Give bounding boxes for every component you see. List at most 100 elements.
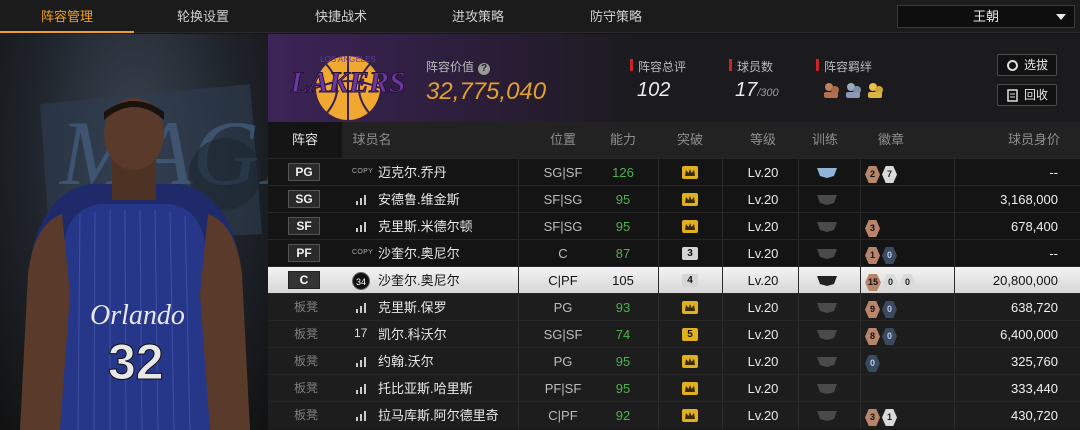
column-divider [722,402,723,429]
col-lineup[interactable]: 阵容 [268,122,342,158]
badge-icon[interactable]: 3 [865,220,880,237]
training-icon[interactable] [816,408,838,427]
lineup-summary: LAKERS LOS ANGELES 阵容价值? 32,775,040 阵容总评… [268,34,1080,122]
player-name[interactable]: 拉马库斯.阿尔德里奇 [378,402,528,429]
crown-icon[interactable] [682,382,698,395]
table-row[interactable]: PG COPY 迈克尔.乔丹 SG|SF 126 Lv.20 2 7 -- [268,158,1080,186]
table-row[interactable]: PF COPY 沙奎尔.奥尼尔 C 87 3 Lv.20 1 0 -- [268,239,1080,267]
col-name[interactable]: 球员名 [352,122,392,158]
col-level[interactable]: 等级 [733,122,793,158]
lineup-slot[interactable]: PG [288,163,320,181]
crown-icon[interactable] [682,193,698,206]
breakthrough-level[interactable]: 5 [682,328,698,341]
badge-icon[interactable]: 1 [882,409,897,426]
badge-icon[interactable]: 3 [865,409,880,426]
table-row[interactable]: 板凳 17 凯尔.科沃尔 SG|SF 74 5 Lv.20 8 0 6,400,000 [268,320,1080,348]
badge-icon[interactable]: 0 [883,274,899,291]
table-row[interactable]: 板凳 约翰.沃尔 PG 95 Lv.20 0 325,760 [268,347,1080,375]
column-divider [954,294,955,321]
badge-icon[interactable]: 7 [882,166,897,183]
player-name[interactable]: 克里斯.米德尔顿 [378,213,528,240]
help-icon[interactable]: ? [478,63,491,75]
player-ability: 74 [615,327,631,342]
badge-icon[interactable]: 8 [865,328,880,345]
training-icon[interactable] [816,246,838,265]
col-training[interactable]: 训练 [798,122,852,158]
top-nav: 阵容管理 轮换设置 快捷战术 进攻策略 防守策略 王朝 [0,0,1080,33]
col-breakthrough[interactable]: 突破 [658,122,722,158]
badge-icon[interactable]: 15 [865,274,882,291]
player-salary: 333,440 [1011,381,1058,396]
lineup-slot[interactable]: C [288,271,320,289]
training-icon[interactable] [816,381,838,400]
badge-icon[interactable]: 0 [882,247,897,264]
tab-quick-tactics[interactable]: 快捷战术 [272,0,410,33]
table-row[interactable]: C 34 沙奎尔.奥尼尔 C|PF 105 4 Lv.20 15 0 0 20,800,000 [268,266,1080,294]
lineup-slot[interactable]: SG [288,190,320,208]
player-salary: 638,720 [1011,300,1058,315]
training-icon[interactable] [816,192,838,211]
training-icon[interactable] [816,327,838,346]
training-icon[interactable] [816,354,838,373]
signal-bars-icon [356,384,366,394]
badge-icon[interactable]: 0 [865,355,880,372]
table-row[interactable]: 板凳 托比亚斯.哈里斯 PF|SF 95 Lv.20 333,440 [268,374,1080,402]
player-name[interactable]: 约翰.沃尔 [378,348,528,375]
breakthrough-level[interactable]: 3 [682,247,698,260]
tab-defense[interactable]: 防守策略 [546,0,686,33]
badge-icon[interactable]: 2 [865,166,880,183]
badge-icon[interactable]: 0 [882,328,897,345]
column-divider [954,186,955,213]
bench-label: 板凳 [294,408,319,422]
column-divider [658,240,659,267]
column-divider [860,213,861,240]
crown-icon[interactable] [682,301,698,314]
player-name[interactable]: 沙奎尔.奥尼尔 [378,267,528,294]
crown-icon[interactable] [682,409,698,422]
training-icon[interactable] [816,300,838,319]
chemistry-icons[interactable] [821,80,891,105]
lineup-slot[interactable]: SF [288,217,320,235]
select-button[interactable]: 选拔 [997,54,1057,76]
column-divider [518,402,519,429]
table-row[interactable]: SG 安德鲁.维金斯 SF|SG 95 Lv.20 3,168,000 [268,185,1080,213]
crown-icon[interactable] [682,166,698,179]
tab-rotation[interactable]: 轮换设置 [134,0,272,33]
training-icon[interactable] [816,273,838,292]
player-name[interactable]: 安德鲁.维金斯 [378,186,528,213]
column-divider [860,186,861,213]
lineup-slot[interactable]: PF [288,244,320,262]
col-badges[interactable]: 徽章 [858,122,924,158]
recycle-button[interactable]: 回收 [997,84,1057,106]
player-name[interactable]: 托比亚斯.哈里斯 [378,375,528,402]
table-row[interactable]: SF 克里斯.米德尔顿 SF|SG 95 Lv.20 3 678,400 [268,212,1080,240]
crown-icon[interactable] [682,355,698,368]
badge-icon[interactable]: 9 [865,301,880,318]
team-select[interactable]: 王朝 [897,5,1075,28]
player-name[interactable]: 克里斯.保罗 [378,294,528,321]
signal-bars-icon [356,195,366,205]
training-icon[interactable] [816,165,838,184]
svg-text:LAKERS: LAKERS [289,66,405,99]
tab-lineup[interactable]: 阵容管理 [0,0,134,33]
breakthrough-level[interactable]: 4 [682,274,698,287]
badge-icon[interactable]: 0 [882,301,897,318]
table-row[interactable]: 板凳 克里斯.保罗 PG 93 Lv.20 9 0 638,720 [268,293,1080,321]
badge-icon[interactable]: 1 [865,247,880,264]
tab-offense[interactable]: 进攻策略 [410,0,546,33]
player-name[interactable]: 沙奎尔.奥尼尔 [378,240,528,267]
badge-icon[interactable]: 0 [900,274,916,291]
crown-icon[interactable] [682,220,698,233]
player-ability: 92 [615,408,631,423]
player-level: Lv.20 [747,300,779,315]
training-icon[interactable] [816,219,838,238]
column-divider [518,213,519,240]
player-salary: 6,400,000 [1000,327,1058,342]
table-row[interactable]: 板凳 拉马库斯.阿尔德里奇 C|PF 92 Lv.20 3 1 430,720 [268,401,1080,429]
bench-label: 板凳 [294,381,319,395]
col-salary[interactable]: 球员身价 [998,122,1070,158]
lineup-value-label: 阵容价值? [426,58,491,75]
player-name[interactable]: 迈克尔.乔丹 [378,159,528,186]
player-name[interactable]: 凯尔.科沃尔 [378,321,528,348]
col-ability[interactable]: 能力 [588,122,658,158]
